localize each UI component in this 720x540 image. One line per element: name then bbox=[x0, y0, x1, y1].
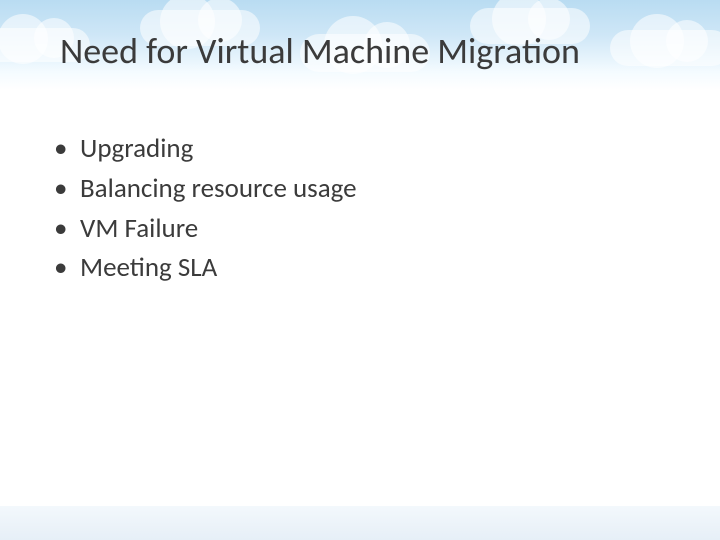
bullet-text: Upgrading bbox=[80, 130, 193, 168]
bullet-icon: • bbox=[54, 170, 80, 208]
bullet-icon: • bbox=[54, 249, 80, 287]
bullet-text: VM Failure bbox=[80, 210, 198, 248]
bullet-item: • Upgrading bbox=[54, 130, 660, 168]
bullet-text: Meeting SLA bbox=[80, 249, 217, 287]
slide-body: • Upgrading • Balancing resource usage •… bbox=[54, 130, 660, 289]
bullet-item: • VM Failure bbox=[54, 210, 660, 248]
footer-bar bbox=[0, 506, 720, 540]
bullet-item: • Meeting SLA bbox=[54, 249, 660, 287]
slide-title: Need for Virtual Machine Migration bbox=[60, 32, 680, 72]
bullet-text: Balancing resource usage bbox=[80, 170, 357, 208]
bullet-item: • Balancing resource usage bbox=[54, 170, 660, 208]
slide: Need for Virtual Machine Migration • Upg… bbox=[0, 0, 720, 540]
bullet-icon: • bbox=[54, 130, 80, 168]
bullet-icon: • bbox=[54, 210, 80, 248]
